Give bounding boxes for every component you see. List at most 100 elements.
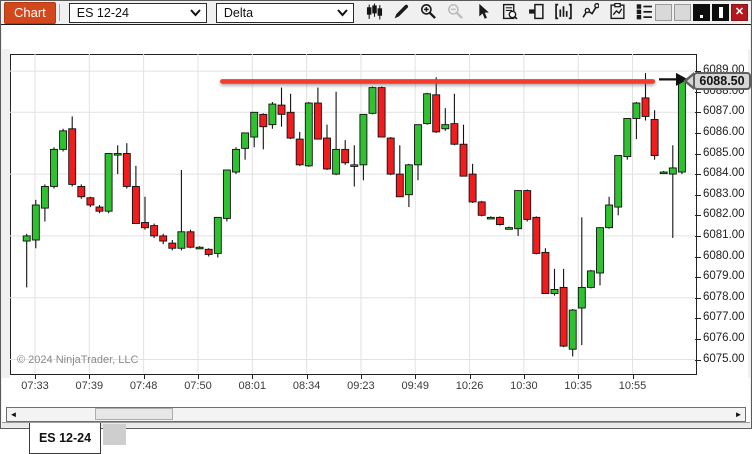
time-axis-label: 08:01 — [230, 380, 274, 392]
candle-body — [287, 112, 294, 138]
bottom-tab-bar: ES 12-24 — [2, 422, 750, 427]
maximize-button[interactable] — [712, 4, 729, 21]
left-gutter — [2, 49, 10, 378]
time-axis-label: 09:23 — [339, 380, 383, 392]
divider — [59, 4, 60, 21]
time-tick — [198, 374, 199, 379]
candle-body — [305, 103, 312, 166]
right-gutter — [748, 49, 750, 378]
zoom-in-button[interactable] — [418, 3, 439, 23]
chart-trader-icon — [528, 3, 545, 23]
price-axis-label: 6087.00 — [703, 105, 745, 117]
price-tick — [695, 298, 701, 299]
price-tick — [695, 236, 701, 237]
price-axis-label: 6079.00 — [703, 270, 745, 282]
horizontal-scrollbar[interactable]: ◄ ► — [6, 407, 746, 422]
candle-body — [624, 118, 631, 156]
minimize-icon — [700, 15, 703, 18]
scroll-right-arrow[interactable]: ► — [733, 409, 744, 420]
price-axis-label: 6076.00 — [703, 332, 745, 344]
window-title-tab[interactable]: Chart — [4, 2, 56, 24]
candle-body — [433, 95, 440, 132]
price-tick — [695, 318, 701, 319]
zoom-out-icon — [447, 3, 464, 23]
series-type-dropdown[interactable]: Delta — [216, 3, 354, 23]
add-tab-button[interactable] — [103, 424, 126, 445]
candle-body — [633, 103, 640, 118]
title-bar: Chart ES 12-24 Delta — [1, 1, 751, 24]
drawing-tools-button[interactable] — [391, 3, 412, 23]
candle-body — [442, 125, 449, 129]
scrollbar-thumb[interactable] — [95, 408, 173, 420]
zoom-out-button[interactable] — [445, 3, 466, 23]
candle-body — [533, 217, 540, 253]
price-axis-label: 6080.00 — [703, 250, 745, 262]
price-tick — [695, 339, 701, 340]
candle-body — [524, 191, 531, 220]
candle-body — [151, 226, 158, 236]
cursor-button[interactable] — [472, 3, 493, 23]
chart-canvas — [10, 54, 695, 373]
time-tick — [361, 374, 362, 379]
scroll-left-arrow[interactable]: ◄ — [8, 409, 19, 420]
price-axis-label: 6083.00 — [703, 188, 745, 200]
candle-body — [23, 236, 30, 241]
candle-body — [324, 138, 331, 169]
strategies-button[interactable] — [580, 3, 601, 23]
chart-snapshot-button[interactable] — [607, 3, 628, 23]
time-tick — [252, 374, 253, 379]
candle-body — [142, 223, 149, 228]
candle-body — [378, 88, 385, 137]
candle-body — [251, 112, 258, 137]
price-tick — [695, 360, 701, 361]
list-icon — [636, 3, 653, 23]
candle-body — [542, 252, 549, 293]
minimize-button[interactable] — [693, 4, 710, 21]
link-button-2[interactable] — [674, 4, 691, 21]
price-tick — [695, 154, 701, 155]
cursor-arrow-icon — [474, 3, 491, 23]
price-axis-label: 6078.00 — [703, 291, 745, 303]
price-tick — [695, 174, 701, 175]
properties-button[interactable] — [634, 3, 655, 23]
time-tick — [415, 374, 416, 379]
candle-body — [69, 129, 76, 185]
candle-body — [41, 186, 48, 208]
candle-body — [314, 103, 321, 139]
candlestick-bars-icon — [366, 3, 383, 23]
data-box-button[interactable] — [499, 3, 520, 23]
candle-body — [642, 98, 649, 117]
indicators-button[interactable] — [553, 3, 574, 23]
link-button-1[interactable] — [655, 4, 672, 21]
candle-body — [469, 174, 476, 202]
time-axis-label: 10:30 — [502, 380, 546, 392]
price-tick — [695, 257, 701, 258]
candle-body — [551, 289, 558, 293]
bars-style-button[interactable] — [364, 3, 385, 23]
candle-body — [342, 149, 349, 162]
chart-trader-button[interactable] — [526, 3, 547, 23]
candle-body — [569, 310, 576, 349]
time-axis-label: 07:33 — [13, 380, 57, 392]
tab-es-12-24[interactable]: ES 12-24 — [29, 423, 101, 454]
window-buttons: ✕ — [655, 4, 748, 21]
data-box-icon — [501, 3, 518, 23]
instrument-dropdown[interactable]: ES 12-24 — [69, 3, 207, 23]
candle-body — [360, 114, 367, 164]
copyright-text: © 2024 NinjaTrader, LLC — [17, 354, 138, 366]
time-axis-label: 10:35 — [556, 380, 600, 392]
time-tick — [35, 374, 36, 379]
candle-body — [424, 94, 431, 124]
candle-body — [242, 133, 249, 148]
time-tick — [524, 374, 525, 379]
close-button[interactable]: ✕ — [731, 4, 748, 21]
candle-body — [87, 198, 94, 205]
candle-body — [369, 88, 376, 114]
candle-body — [51, 149, 58, 186]
candle-body — [415, 125, 422, 165]
candle-body — [205, 249, 212, 254]
candle-body — [196, 247, 203, 249]
candle-body — [515, 191, 522, 229]
price-tick — [695, 112, 701, 113]
candle-body — [487, 217, 494, 219]
